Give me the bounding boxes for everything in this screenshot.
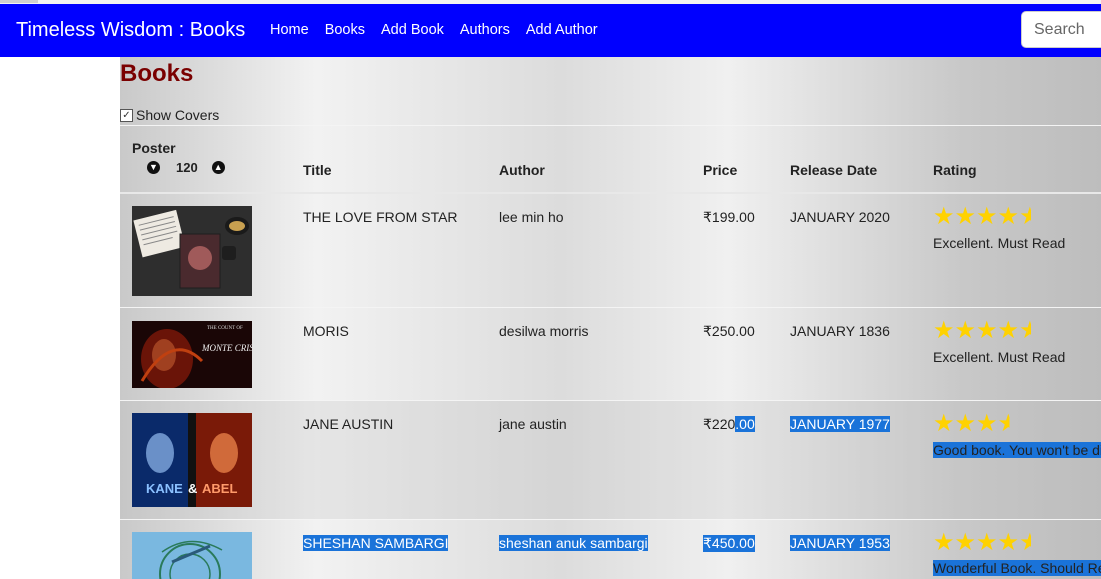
rating-text: Wonderful Book. Should Re (933, 560, 1101, 576)
cover-label-main: MONTE CRISTO (201, 343, 252, 353)
table-row[interactable]: THE COUNT OF MONTE CRISTO MORIS desilwa … (120, 308, 1101, 400)
cover-label-top: THE COUNT OF (207, 326, 243, 331)
header-poster[interactable]: Poster (132, 140, 176, 156)
book-cover (132, 206, 252, 296)
book-release-date: JANUARY 2020 (790, 209, 890, 225)
star-icon: ★ (976, 203, 998, 230)
header-rating[interactable]: Rating (933, 162, 977, 178)
top-strip-tick (0, 0, 38, 3)
book-author[interactable]: sheshan anuk sambargi (499, 535, 648, 551)
navbar: Timeless Wisdom : Books Home Books Add B… (0, 4, 1101, 57)
poster-size-control: ▼ 120 ▲ (147, 160, 225, 175)
star-icon: ★ (954, 529, 977, 556)
star-icon: ★ (997, 203, 1020, 230)
price-plain: ₹220 (703, 416, 736, 432)
nav-add-book[interactable]: Add Book (381, 22, 444, 38)
book-release-date: JANUARY 1953 (790, 535, 890, 551)
book-title[interactable]: SHESHAN SAMBARGI (303, 535, 449, 551)
books-panel: Books ✓ Show Covers Poster ▼ 120 ▲ Title… (120, 57, 1101, 579)
price-selected: .00 (735, 416, 755, 432)
book-author[interactable]: desilwa morris (499, 323, 588, 339)
book-title[interactable]: THE LOVE FROM STAR (303, 209, 458, 225)
cover-label-right: ABEL (202, 481, 237, 496)
half-star-icon: ★ (1019, 317, 1041, 344)
header-release-date[interactable]: Release Date (790, 162, 877, 178)
book-release-date: JANUARY 1977 (790, 416, 890, 432)
table-row[interactable]: KANE & ABEL JANE AUSTIN jane austin ₹220… (120, 401, 1101, 519)
star-icon: ★ (933, 203, 955, 230)
book-cover: THE COUNT OF MONTE CRISTO (132, 321, 252, 388)
table-row[interactable]: SHESHAN SAMBARGI sheshan anuk sambargi ₹… (120, 520, 1101, 579)
header-price[interactable]: Price (703, 162, 737, 178)
cover-label-left: KANE (146, 481, 183, 496)
header-title[interactable]: Title (303, 162, 332, 178)
book-title[interactable]: MORIS (303, 323, 349, 339)
half-star-icon: ★ (1019, 529, 1041, 556)
star-icon: ★ (954, 203, 977, 230)
half-star-icon: ★ (1019, 203, 1041, 230)
star-icon: ★ (997, 317, 1020, 344)
star-rating: ★ ★ ★ ★ (933, 412, 1019, 436)
star-icon: ★ (976, 529, 998, 556)
show-covers-label: Show Covers (136, 107, 220, 123)
star-icon: ★ (933, 317, 955, 344)
star-rating: ★ ★ ★ ★ ★ (933, 205, 1041, 229)
brand-title[interactable]: Timeless Wisdom : Books (16, 19, 245, 42)
arrow-down-circle-icon[interactable]: ▼ (147, 161, 160, 174)
divider (120, 125, 1101, 126)
nav-add-author[interactable]: Add Author (526, 22, 598, 38)
star-icon: ★ (954, 410, 977, 437)
star-icon: ★ (976, 410, 998, 437)
book-price: ₹250.00 (703, 323, 755, 339)
arrow-up-circle-icon[interactable]: ▲ (211, 161, 225, 174)
book-author[interactable]: lee min ho (499, 209, 564, 225)
book-cover (132, 532, 252, 579)
search-input[interactable] (1021, 11, 1101, 48)
header-author[interactable]: Author (499, 162, 545, 178)
book-author[interactable]: jane austin (499, 416, 567, 432)
nav-books[interactable]: Books (325, 22, 365, 38)
book-price: ₹199.00 (703, 209, 755, 225)
star-rating: ★ ★ ★ ★ ★ (933, 531, 1041, 555)
book-title[interactable]: JANE AUSTIN (303, 416, 393, 432)
rating-text: Excellent. Must Read (933, 235, 1066, 251)
rating-text: Good book. You won't be di (933, 442, 1101, 458)
book-cover: KANE & ABEL (132, 413, 252, 507)
book-price: ₹220.00 (703, 416, 755, 433)
page-title: Books (120, 60, 194, 87)
star-icon: ★ (997, 529, 1020, 556)
table-row[interactable]: THE LOVE FROM STAR lee min ho ₹199.00 JA… (120, 194, 1101, 307)
poster-size-value: 120 (176, 160, 198, 175)
nav-authors[interactable]: Authors (460, 22, 510, 38)
star-icon: ★ (954, 317, 977, 344)
rating-text: Excellent. Must Read (933, 349, 1066, 365)
book-release-date: JANUARY 1836 (790, 323, 890, 339)
show-covers-checkbox[interactable]: ✓ (120, 108, 133, 122)
nav-home[interactable]: Home (270, 22, 309, 38)
show-covers-toggle[interactable]: ✓ Show Covers (120, 107, 219, 123)
star-rating: ★ ★ ★ ★ ★ (933, 319, 1041, 343)
cover-label-amp: & (188, 481, 197, 496)
star-icon: ★ (976, 317, 998, 344)
nav-links: Home Books Add Book Authors Add Author (270, 22, 598, 38)
book-price: ₹450.00 (703, 535, 755, 552)
star-icon: ★ (933, 410, 955, 437)
half-star-icon: ★ (997, 410, 1020, 437)
star-icon: ★ (933, 529, 955, 556)
